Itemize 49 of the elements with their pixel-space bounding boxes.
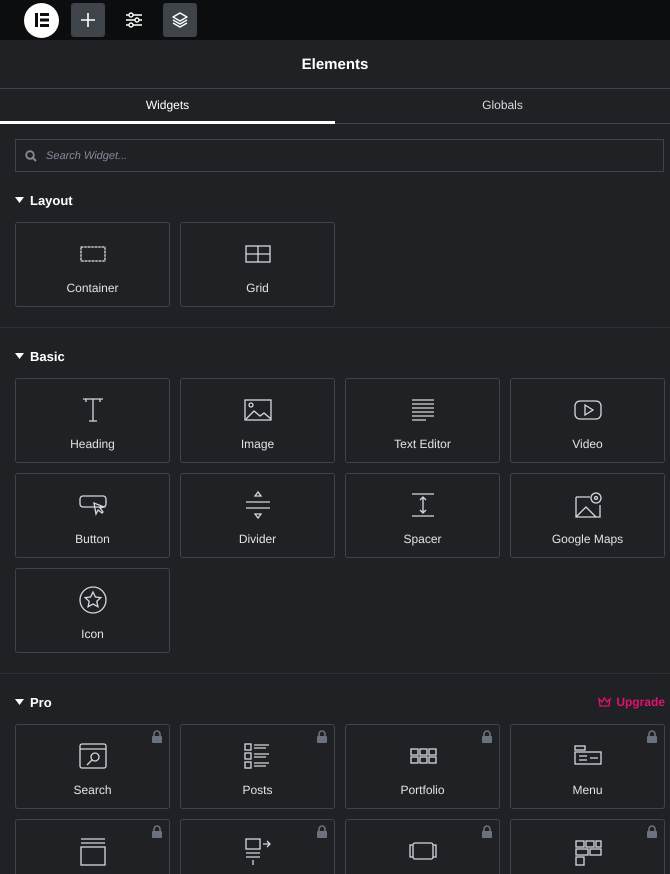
widget-tile[interactable]: Video [510,378,665,463]
caret-icon [15,197,24,203]
widget-label: Divider [238,532,276,546]
layers-button[interactable] [163,3,197,37]
widget-label: Search [73,783,112,797]
widget-tile[interactable]: Text Editor [345,378,500,463]
widget-label: Video [572,437,603,451]
widget-label: Spacer [403,532,442,546]
widget-tile[interactable]: Icon [15,568,170,653]
plus-icon [80,12,96,28]
crown-icon [598,697,612,707]
widget-tile[interactable]: Image [180,378,335,463]
layers-icon [171,11,189,29]
widget-tile[interactable]: Divider [180,473,335,558]
search-icon [25,150,37,162]
widget-label: Posts [242,783,272,797]
panel-title: Elements [302,56,368,72]
logo[interactable] [24,2,59,38]
add-button[interactable] [71,3,105,37]
widget-icon [76,584,108,616]
widget-label: Text Editor [394,437,451,451]
widget-label: Icon [81,627,104,641]
search-field[interactable]: Search Widget... [15,139,664,172]
settings-icon [125,12,143,28]
tab[interactable]: Globals [335,89,670,124]
widget-tile[interactable]: Container [15,222,170,307]
caret-icon [15,353,24,359]
widget-label: Image [240,437,274,451]
section-header[interactable]: Basic [15,348,65,364]
section-header[interactable]: Layout [15,192,73,208]
widget-label: Grid [246,281,269,295]
widget-label: Heading [70,437,115,451]
widget-tile[interactable]: Button [15,473,170,558]
widget-label: Button [75,532,110,546]
widget-tile[interactable]: Posts [180,724,335,809]
widget-label: Menu [572,783,603,797]
widget-tile[interactable]: Portfolio [345,724,500,809]
widget-tile[interactable]: Spacer [345,473,500,558]
section-header[interactable]: Pro [15,694,52,710]
widget-tile[interactable]: Search [15,724,170,809]
widget-label: Container [66,281,119,295]
tab[interactable]: Widgets [0,89,335,124]
widget-tile[interactable]: Google Maps [510,473,665,558]
widget-tile[interactable]: Heading [15,378,170,463]
widget-tile[interactable]: Menu [510,724,665,809]
widget-tile[interactable]: Grid [180,222,335,307]
widget-label: Portfolio [400,783,445,797]
caret-icon [15,699,24,705]
widget-label: Google Maps [552,532,624,546]
